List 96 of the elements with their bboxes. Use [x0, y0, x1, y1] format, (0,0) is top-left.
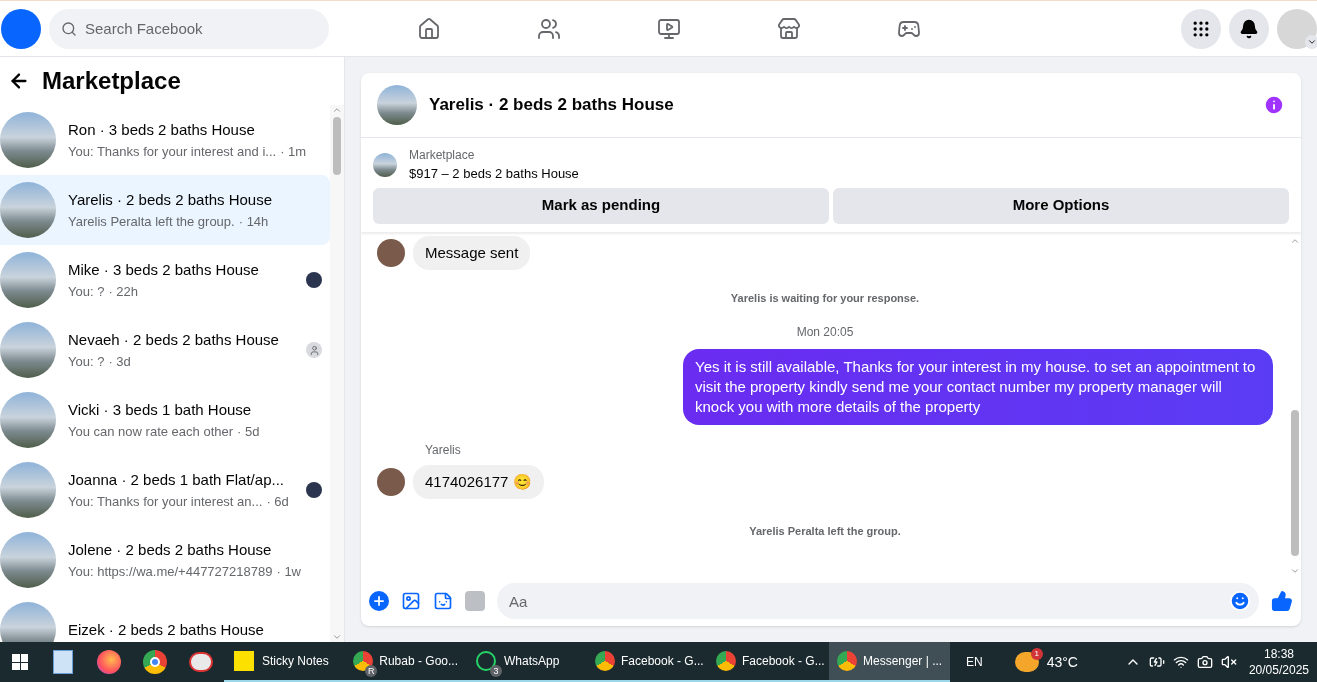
camera-icon[interactable]: [1196, 654, 1213, 670]
app-badge: R: [365, 665, 378, 677]
browser-icon[interactable]: [143, 650, 167, 674]
house-photo: [0, 392, 56, 448]
home-icon[interactable]: [417, 16, 441, 41]
temperature[interactable]: 43°C: [1046, 651, 1078, 673]
mute-icon[interactable]: [1220, 654, 1237, 670]
seen-avatar: [306, 342, 322, 358]
conversation-title: Yarelis · 2 beds 2 baths House: [68, 190, 273, 210]
message-preview: You: ?: [68, 352, 105, 371]
message-time: · 3d: [108, 352, 131, 371]
taskbar-app[interactable]: R Rubab - Goo...: [345, 642, 466, 682]
house-photo: [0, 532, 56, 588]
house-photo: [0, 182, 56, 238]
avatar: [377, 467, 405, 496]
listing-detail[interactable]: $917 – 2 beds 2 baths House: [409, 164, 579, 184]
message-time: · 14h: [238, 212, 269, 231]
marketplace-icon[interactable]: [777, 16, 801, 41]
taskbar-app[interactable]: Sticky Notes: [224, 642, 345, 682]
status-text: Yarelis Peralta left the group.: [749, 524, 901, 539]
language-indicator[interactable]: EN: [966, 653, 983, 671]
browser-icon[interactable]: [97, 650, 121, 674]
emoji-icon[interactable]: [1229, 590, 1251, 612]
taskbar-app[interactable]: 3 WhatsApp: [466, 642, 587, 682]
conversation-item[interactable]: Yarelis · 2 beds 2 baths House Yarelis Peralta left the group. · 14h: [0, 175, 330, 245]
incoming-message: Message sent: [413, 235, 531, 270]
message-preview: You: ?: [68, 282, 105, 301]
like-icon[interactable]: [1271, 590, 1293, 612]
house-photo: [0, 462, 56, 518]
scrollbar-thumb[interactable]: [333, 117, 341, 175]
browser-icon: [595, 651, 615, 671]
friends-icon[interactable]: [537, 16, 561, 41]
taskbar-app[interactable]: Facebook - G...: [587, 642, 708, 682]
sticker-icon[interactable]: [433, 591, 453, 611]
conversation-title: Joanna · 2 beds 1 bath Flat/ap...: [68, 470, 285, 490]
message-time: · 5d: [237, 422, 260, 441]
house-photo: [0, 252, 56, 308]
weather-icon[interactable]: [1014, 652, 1039, 672]
windows-icon[interactable]: [12, 654, 28, 670]
note-icon: [234, 651, 254, 671]
weather-badge: 1: [1030, 648, 1043, 660]
battery-icon[interactable]: [1148, 654, 1165, 670]
house-photo: [0, 322, 56, 378]
add-icon[interactable]: [369, 591, 389, 611]
conversation-title: Eizek · 2 beds 2 baths House: [68, 619, 265, 640]
photo-icon[interactable]: [401, 591, 421, 611]
facebook-logo[interactable]: [1, 8, 41, 49]
house-photo: [373, 152, 397, 177]
scrollbar-thumb[interactable]: [1291, 410, 1299, 556]
avatar: [377, 238, 405, 267]
message-preview: Yarelis Peralta left the group.: [68, 212, 235, 231]
message-time: · 6d: [266, 492, 289, 511]
message-preview: You: Thanks for your interest and i...: [68, 142, 277, 161]
browser-icon: [716, 651, 736, 671]
search-field[interactable]: Search Facebook: [49, 8, 329, 49]
conversation-title: Jolene · 2 beds 2 baths House: [68, 540, 273, 560]
message-field[interactable]: Aa: [497, 583, 1259, 619]
bell-icon: [1239, 18, 1259, 39]
message-time: · 1m: [280, 142, 307, 161]
seen-avatar: [306, 482, 322, 498]
clock-time[interactable]: 18:38: [1263, 646, 1294, 662]
scissors-icon[interactable]: [189, 652, 213, 672]
video-icon[interactable]: [657, 16, 681, 41]
listing-label: Marketplace: [409, 147, 476, 164]
clock-date[interactable]: 20/05/2025: [1248, 662, 1309, 678]
sender-name: Yarelis: [425, 442, 461, 457]
status-text: Yarelis is waiting for your response.: [730, 291, 920, 306]
browser-icon: [837, 651, 857, 671]
conversation-title: Mike · 3 beds 2 baths House: [68, 260, 260, 280]
message-time: · 22h: [108, 282, 139, 301]
taskbar-app[interactable]: Messenger | ...: [829, 642, 950, 682]
chat-title: Yarelis · 2 beds 2 baths House: [429, 94, 674, 117]
outgoing-message: Yes it is still available, Thanks for your interest in my house. to set an appointment to visit the property kindly send me your contact number my property manager will knock you with more details of the property: [683, 348, 1273, 425]
info-icon[interactable]: [1263, 94, 1285, 116]
message-preview: You can now rate each other: [68, 422, 234, 441]
action-button[interactable]: Mark as pending: [373, 187, 829, 224]
notifications-button[interactable]: [1229, 8, 1269, 49]
house-photo: [377, 85, 417, 125]
incoming-message: 4174026177 😊: [413, 464, 544, 499]
conversation-title: Nevaeh · 2 beds 2 baths House: [68, 330, 280, 350]
message-preview: You: Thanks for your interest an...: [68, 492, 263, 511]
conversation-title: Vicki · 3 beds 1 bath House: [68, 400, 253, 420]
menu-button[interactable]: [1181, 8, 1221, 49]
message-time: · 1w: [276, 562, 301, 581]
app-badge: 3: [490, 665, 502, 677]
wifi-icon[interactable]: [1172, 654, 1189, 670]
sidebar-title: Marketplace: [42, 66, 181, 96]
timestamp: Mon 20:05: [796, 323, 854, 341]
message-preview: You: https://wa.me/+447727218789: [68, 562, 273, 581]
search-icon: [61, 20, 77, 37]
house-photo: [0, 112, 56, 168]
house-photo: [0, 602, 56, 642]
seen-avatar: [306, 272, 322, 288]
caret-icon: [1305, 34, 1317, 49]
conversation-title: Ron · 3 beds 2 baths House: [68, 120, 256, 140]
action-button[interactable]: More Options: [833, 187, 1289, 224]
